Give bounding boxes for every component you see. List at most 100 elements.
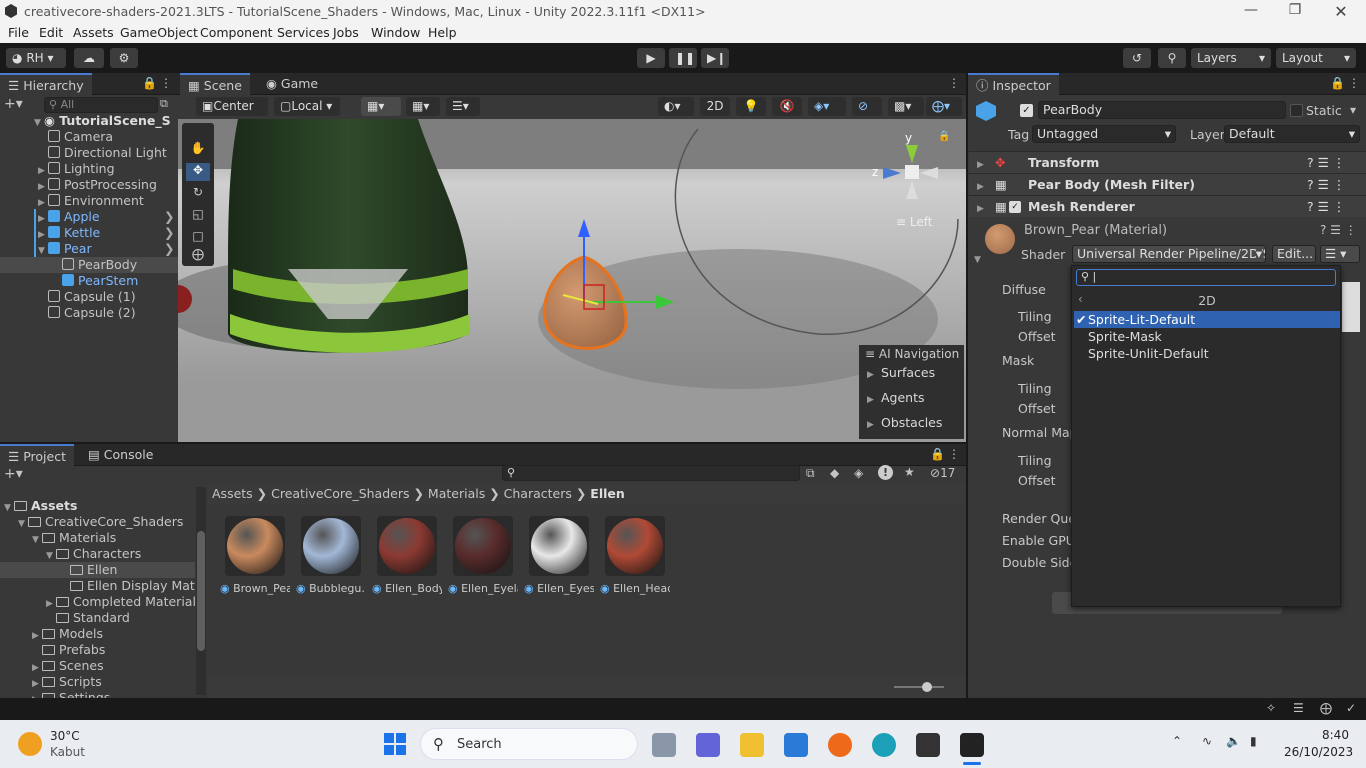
active-checkbox[interactable]: ✓ [1020,104,1033,117]
filter-icon[interactable]: ⧉ [160,97,168,111]
increment-snap-icon[interactable]: ☰▾ [446,97,480,116]
battery-icon[interactable]: ▮ [1250,734,1257,748]
object-name-field[interactable]: PearBody [1038,101,1286,119]
asset-tile[interactable]: ◉ Brown_Pear [220,516,290,595]
grid-icon[interactable]: ▦▾ [406,97,440,116]
crumb-creativecore[interactable]: CreativeCore_Shaders [271,486,409,501]
audio-icon[interactable]: 🔇 [772,97,802,116]
shader-dropdown[interactable]: Universal Render Pipeline/2D/S ▾ [1072,245,1266,263]
hierarchy-item[interactable]: ▼ Pear ❯ [0,241,178,257]
project-lock-icon[interactable]: 🔒 [930,447,945,461]
history-icon[interactable]: ↺ [1123,48,1151,68]
gizmo-lock-icon[interactable]: 🔒 [938,131,950,142]
ai-nav-obstacles[interactable]: ▶ Obstacles [867,415,942,430]
tab-console[interactable]: ▤ Console [80,444,161,466]
asset-tile[interactable]: ◉ Ellen_Head [600,516,670,595]
project-more-icon[interactable]: ⋮ [948,447,960,461]
unity-editor-icon[interactable] [960,733,984,757]
grid-snap-icon[interactable]: ▦▾ [361,97,401,116]
project-tree-item[interactable]: Prefabs [0,642,195,658]
project-tree-item[interactable]: Ellen Display Mate [0,578,195,594]
project-tree-item[interactable]: ▶Settings [0,690,195,698]
menu-gameobject[interactable]: GameObject [120,25,198,40]
tray-overflow-icon[interactable]: ⌃ [1172,734,1182,748]
help-icon[interactable]: ? ☰ ⋮ [1307,152,1345,174]
project-tree-item[interactable]: ▶ Completed Materials [0,594,195,610]
shader-edit-button[interactable]: Edit... [1272,245,1316,263]
hand-tool-icon[interactable]: ✋ [186,141,210,159]
rect-tool-icon[interactable]: □ [186,229,210,247]
project-tree-item[interactable]: ▶ Models [0,626,195,642]
hierarchy-item[interactable]: Capsule (2) [0,305,178,321]
hierarchy-item[interactable]: Camera [0,129,178,145]
lock-icon[interactable]: 🔒 [142,76,157,90]
scene-more-icon[interactable]: ⋮ [948,76,960,90]
hidden-objects-icon[interactable]: ⊘ [852,97,882,116]
toggle-2d-button[interactable]: 2D [700,97,730,116]
taskbar-search[interactable]: ⚲ Search [420,728,638,760]
checkmark-icon[interactable]: ✓ [1346,701,1356,715]
prefab-open-icon[interactable]: ❯ [164,241,174,257]
menu-window[interactable]: Window [371,25,420,40]
tab-hierarchy[interactable]: ☰ Hierarchy [0,73,92,95]
hierarchy-item[interactable]: ▶ Apple ❯ [0,209,178,225]
ai-nav-agents[interactable]: ▶ Agents [867,390,925,405]
texture-slot[interactable] [1342,282,1360,332]
move-tool-icon[interactable]: ✥ [186,163,210,181]
hierarchy-item[interactable]: Capsule (1) [0,289,178,305]
asset-tile[interactable]: ◉ Ellen_Eyela... [448,516,518,595]
hierarchy-item[interactable]: ▶ Environment [0,193,178,209]
gizmos-icon[interactable]: ⨁▾ [926,97,962,116]
menu-help[interactable]: Help [428,25,457,40]
clock-time[interactable]: 8:40 [1322,728,1349,742]
unity-hub-icon[interactable] [916,733,940,757]
favorite-icon[interactable]: ★ [904,465,915,479]
account-button[interactable]: ◕ RH ▾ [6,48,66,68]
rotate-tool-icon[interactable]: ↻ [186,185,210,203]
restore-icon[interactable]: ❐ [1280,2,1310,22]
menu-services[interactable]: Services [277,25,330,40]
crumb-materials[interactable]: Materials [428,486,485,501]
task-view-icon[interactable] [652,733,676,757]
crumb-assets[interactable]: Assets [212,486,253,501]
pause-icon[interactable]: ❚❚ [669,48,697,68]
edge-icon[interactable] [872,733,896,757]
transform-tool-icon[interactable]: ⨁ [186,247,210,265]
tab-project[interactable]: ☰ Project [0,444,74,466]
step-icon[interactable]: ▶❙ [701,48,729,68]
windows-start-icon[interactable] [384,733,406,755]
debug-icon[interactable]: ✧ [1266,701,1276,715]
material-foldout-icon[interactable]: ▼ [974,255,981,265]
pivot-dropdown[interactable]: ▣Center ▾ [196,97,268,132]
volume-icon[interactable]: 🔈 [1226,734,1241,748]
clock-date[interactable]: 26/10/2023 [1284,745,1353,759]
hidden-packages-icon[interactable]: ⊘17 [930,466,955,480]
tag-icon[interactable]: ◈ [854,466,863,480]
collab-icon[interactable]: ⚙ [110,48,138,68]
weather-icon[interactable] [18,732,42,756]
menu-jobs[interactable]: Jobs [333,25,359,40]
zoom-slider-thumb[interactable] [922,682,932,692]
crumb-characters[interactable]: Characters [504,486,572,501]
layers-dropdown[interactable]: Layers ▾ [1191,48,1271,68]
camera-icon[interactable]: ▩▾ [888,97,924,116]
project-tree-scrollbar[interactable] [196,487,206,695]
menu-file[interactable]: File [8,25,29,40]
prefab-open-icon[interactable]: ❯ [164,225,174,241]
project-tree-item[interactable]: ▶ Scenes [0,658,195,674]
hierarchy-item[interactable]: Directional Light [0,145,178,161]
teams-icon[interactable] [696,733,720,757]
lighting-icon[interactable]: 💡 [736,97,766,116]
mesh-filter-header[interactable]: ▶ ▦ Pear Body (Mesh Filter) ? ☰ ⋮ [969,173,1366,195]
transform-header[interactable]: ▶ ✥ Transform ? ☰ ⋮ [969,151,1366,173]
scene-root[interactable]: ▼ ◉ TutorialScene_S [0,113,178,129]
menu-component[interactable]: Component [200,25,273,40]
space-dropdown[interactable]: ▢Local ▾ [274,97,340,116]
warning-icon[interactable]: ! [878,465,893,480]
layers-icon[interactable]: ☰ [1293,701,1304,715]
project-tree-item[interactable]: ▼ CreativeCore_Shaders [0,514,195,530]
asset-tile[interactable]: ◉ Ellen_Eyes [524,516,594,595]
crumb-ellen[interactable]: Ellen [590,486,625,501]
scale-tool-icon[interactable]: ◱ [186,207,210,225]
project-tree-item[interactable]: Standard [0,610,195,626]
